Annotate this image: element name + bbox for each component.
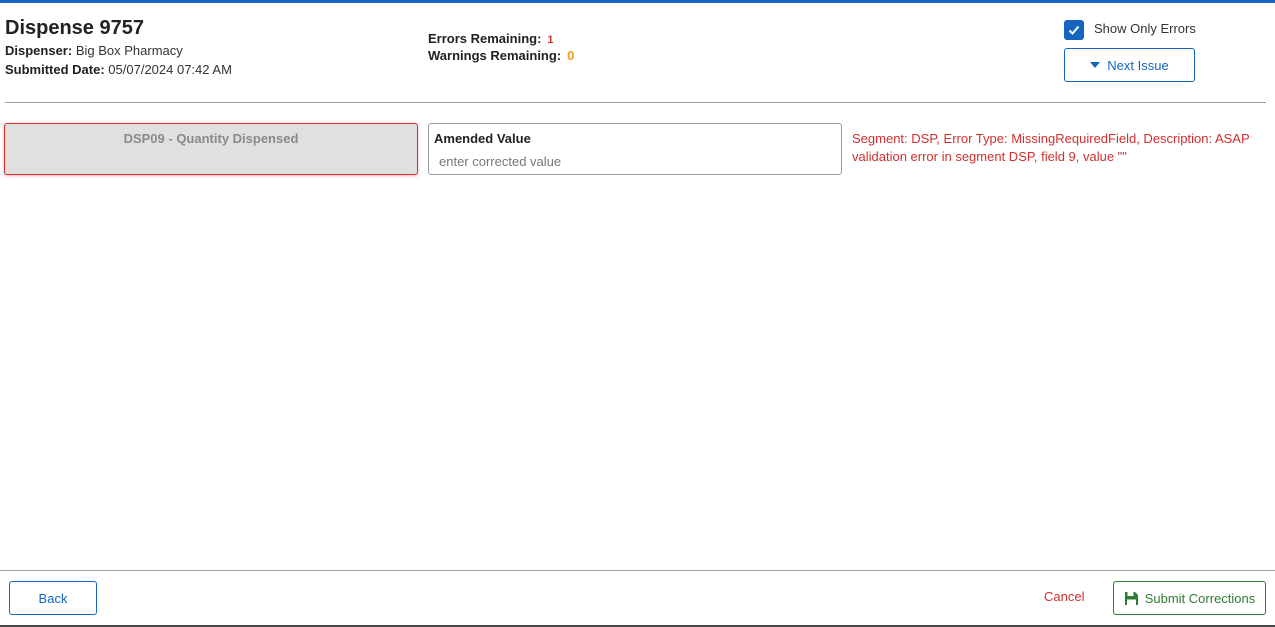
dispenser-label: Dispenser: — [5, 43, 73, 58]
show-only-errors-toggle[interactable]: Show Only Errors — [1064, 20, 1196, 40]
amended-value-input[interactable] — [433, 151, 833, 171]
warnings-remaining-label: Warnings Remaining: — [428, 48, 562, 63]
submitted-date-value: 05/07/2024 07:42 AM — [108, 62, 232, 77]
amended-value-label: Amended Value — [434, 131, 531, 146]
field-label-box: DSP09 - Quantity Dispensed — [4, 123, 418, 175]
cancel-link[interactable]: Cancel — [1044, 589, 1084, 604]
page-title: Dispense 9757 — [5, 17, 144, 39]
amended-value-field: Amended Value — [428, 123, 842, 175]
save-icon — [1124, 591, 1139, 606]
top-accent-bar — [0, 0, 1275, 3]
next-issue-label: Next Issue — [1107, 57, 1169, 73]
back-button[interactable]: Back — [9, 581, 97, 615]
errors-remaining-count: 1 — [547, 34, 554, 46]
next-issue-button[interactable]: Next Issue — [1064, 48, 1195, 82]
warnings-remaining-count: 0 — [567, 48, 575, 63]
header-divider — [5, 102, 1266, 103]
check-icon — [1068, 25, 1080, 35]
submitted-date-label: Submitted Date: — [5, 62, 105, 77]
dispenser-value: Big Box Pharmacy — [75, 43, 183, 58]
caret-down-icon — [1090, 62, 1101, 68]
submit-corrections-button[interactable]: Submit Corrections — [1113, 581, 1266, 615]
errors-remaining-label: Errors Remaining: — [428, 31, 542, 46]
dispenser-line: Dispenser: Big Box Pharmacy — [5, 43, 183, 58]
validation-error-message: Segment: DSP, Error Type: MissingRequire… — [852, 131, 1250, 164]
show-only-errors-label: Show Only Errors — [1094, 21, 1196, 36]
warnings-remaining: Warnings Remaining: 0 — [428, 48, 574, 63]
field-label: DSP09 - Quantity Dispensed — [123, 131, 299, 146]
errors-remaining: Errors Remaining: 1 — [428, 31, 554, 46]
submitted-date-line: Submitted Date: 05/07/2024 07:42 AM — [5, 62, 232, 77]
show-only-errors-checkbox[interactable] — [1064, 20, 1084, 40]
footer-divider — [0, 570, 1275, 571]
submit-corrections-label: Submit Corrections — [1144, 590, 1256, 606]
